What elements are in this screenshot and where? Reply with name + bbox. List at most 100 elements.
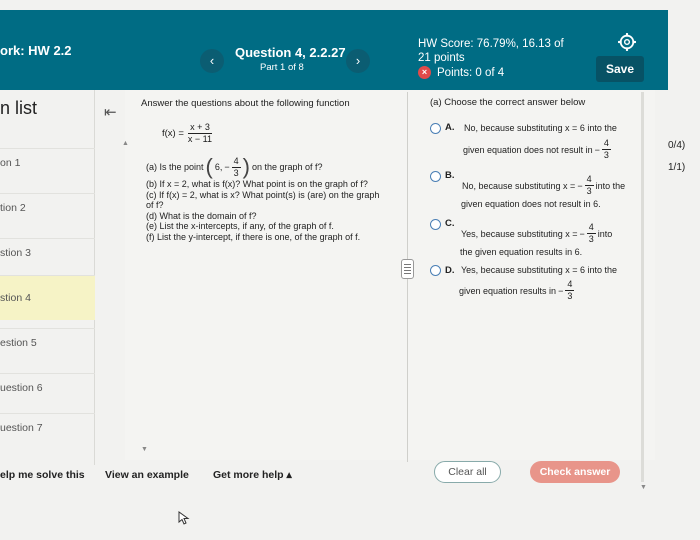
hw-score-line2: 21 points xyxy=(418,52,465,64)
next-question-button[interactable]: › xyxy=(346,49,370,73)
right-scrollbar[interactable] xyxy=(641,92,644,482)
question-list-item-5[interactable]: estion 5 xyxy=(0,328,95,373)
choice-a-letter: A. xyxy=(445,122,455,133)
right-scroll-down-icon[interactable]: ▼ xyxy=(640,484,647,491)
homework-title: ork: HW 2.2 xyxy=(0,43,72,58)
answer-prompt: (a) Choose the correct answer below xyxy=(430,97,586,108)
part-a-prefix: (a) Is the point xyxy=(146,161,204,172)
choice-c-line1-post: into xyxy=(597,228,613,239)
choice-c-radio[interactable] xyxy=(430,219,441,230)
choice-b-radio[interactable] xyxy=(430,171,441,182)
choice-a-radio[interactable] xyxy=(430,123,441,134)
part-a-neg: − xyxy=(224,161,230,172)
choice-a[interactable]: A. No, because substituting x = 6 into t… xyxy=(430,122,640,162)
function-fraction: x + 3 x − 11 xyxy=(186,122,214,145)
question-title: Question 4, 2.2.27 xyxy=(235,45,346,60)
mouse-cursor-icon xyxy=(178,511,190,525)
clear-all-button[interactable]: Clear all xyxy=(434,461,501,483)
choice-b-numerator: 4 xyxy=(584,174,594,186)
question-list-heading: n list xyxy=(0,98,38,118)
choice-b-neg: − xyxy=(577,180,583,191)
part-a-point-x: 6, xyxy=(214,161,223,172)
choice-d[interactable]: D. Yes, because substituting x = 6 into … xyxy=(430,265,640,305)
question-list-item-6[interactable]: uestion 6 xyxy=(0,373,95,418)
function-denominator: x − 11 xyxy=(187,134,213,144)
help-me-solve-link[interactable]: elp me solve this xyxy=(0,469,85,481)
question-list-item-1[interactable]: on 1 xyxy=(0,148,95,193)
choice-b-line2: given equation does not result in 6. xyxy=(461,199,601,209)
function-prefix: f(x) = xyxy=(162,128,184,139)
check-answer-button[interactable]: Check answer xyxy=(530,461,620,483)
choice-d-fraction: 4 3 xyxy=(565,279,575,302)
choice-d-line1: Yes, because substituting x = 6 into the xyxy=(461,265,618,275)
choice-a-line2-text: given equation does not result in xyxy=(463,144,593,155)
choice-b-letter: B. xyxy=(445,170,455,181)
left-paren: ( xyxy=(205,154,213,179)
question-list: n list on 1 tion 2 stion 3 stion 4 estio… xyxy=(0,90,95,465)
previous-question-button[interactable]: ‹ xyxy=(200,49,224,73)
part-c: (c) If f(x) = 2, what is x? What point(s… xyxy=(146,189,380,211)
choice-b-line1-text: No, because substituting x = xyxy=(462,180,576,191)
right-paren: ) xyxy=(242,154,250,179)
choice-a-denominator: 3 xyxy=(603,150,609,160)
choice-a-fraction: 4 3 xyxy=(601,138,611,161)
part-d: (d) What is the domain of f? xyxy=(146,210,257,221)
choice-c-line1: Yes, because substituting x = − 4 3 into xyxy=(461,222,612,245)
part-f: (f) List the y-intercept, if there is on… xyxy=(146,231,361,242)
choice-b-fraction: 4 3 xyxy=(584,174,594,197)
choice-d-denominator: 3 xyxy=(567,291,573,301)
part-a-suffix: on the graph of f? xyxy=(251,161,323,172)
question-list-item-label: estion 5 xyxy=(0,337,37,349)
choice-b[interactable]: B. No, because substituting x = − 4 3 in… xyxy=(430,170,640,210)
question-list-item-label: stion 3 xyxy=(0,247,31,259)
save-button[interactable]: Save xyxy=(596,56,644,82)
question-list-item-label: on 1 xyxy=(0,157,21,169)
question-list-item-2[interactable]: tion 2 xyxy=(0,193,95,238)
part-a-numerator: 4 xyxy=(231,155,241,168)
gear-icon[interactable] xyxy=(618,33,636,51)
choice-c-numerator: 4 xyxy=(586,222,596,234)
question-list-item-7[interactable]: uestion 7 xyxy=(0,413,95,458)
choice-c-line2: the given equation results in 6. xyxy=(460,247,583,257)
hw-score-line1: HW Score: 76.79%, 16.13 of xyxy=(418,38,564,50)
choice-c-letter: C. xyxy=(445,218,455,229)
part-a-denominator: 3 xyxy=(233,167,239,178)
question-list-item-label: tion 2 xyxy=(0,202,26,214)
choice-a-line1: No, because substituting x = 6 into the xyxy=(464,123,617,133)
choice-d-line2: given equation results in − 4 3 xyxy=(459,279,575,302)
top-header: ork: HW 2.2 ‹ Question 4, 2.2.27 Part 1 … xyxy=(0,10,668,90)
part-e: (e) List the x-intercepts, if any, of th… xyxy=(146,221,334,231)
right-score-b: 1/1) xyxy=(668,162,686,173)
choice-c[interactable]: C. Yes, because substituting x = − 4 3 i… xyxy=(430,218,640,258)
choice-d-letter: D. xyxy=(445,265,455,276)
function-definition: f(x) = x + 3 x − 11 xyxy=(162,122,214,145)
part-b: (b) If x = 2, what is f(x)? What point i… xyxy=(146,179,368,189)
choice-a-numerator: 4 xyxy=(601,138,611,150)
part-a: (a) Is the point ( 6, − 4 3 ) on the gra… xyxy=(146,155,381,179)
function-numerator: x + 3 xyxy=(188,122,212,134)
panel-resize-handle[interactable] xyxy=(401,259,414,279)
question-parts: (a) Is the point ( 6, − 4 3 ) on the gra… xyxy=(146,155,381,242)
scroll-up-icon[interactable]: ▲ xyxy=(122,140,129,147)
choice-d-numerator: 4 xyxy=(565,279,575,291)
question-part: Part 1 of 8 xyxy=(260,62,304,73)
points-status: × Points: 0 of 4 xyxy=(418,66,504,79)
choice-b-denominator: 3 xyxy=(586,186,592,196)
right-score-a: 0/4) xyxy=(668,140,686,151)
view-example-link[interactable]: View an example xyxy=(105,469,189,481)
choice-c-denominator: 3 xyxy=(588,234,594,244)
scroll-down-icon[interactable]: ▼ xyxy=(141,446,148,453)
part-a-fraction: 4 3 xyxy=(231,155,241,179)
choice-a-line2: given equation does not result in − 4 3 xyxy=(463,138,611,161)
question-list-item-4[interactable]: stion 4 xyxy=(0,275,95,320)
get-more-help-link[interactable]: Get more help ▴ xyxy=(213,469,292,481)
points-text: Points: 0 of 4 xyxy=(437,66,505,79)
incorrect-icon: × xyxy=(418,66,431,79)
question-list-item-label: uestion 6 xyxy=(0,382,43,394)
choice-d-radio[interactable] xyxy=(430,265,441,276)
choice-a-neg: − xyxy=(594,144,600,155)
choice-d-neg: − xyxy=(558,285,564,296)
choice-c-neg: − xyxy=(579,228,585,239)
choice-b-line1-post: into the xyxy=(595,180,626,191)
collapse-list-icon[interactable]: ⇤ xyxy=(104,103,117,121)
